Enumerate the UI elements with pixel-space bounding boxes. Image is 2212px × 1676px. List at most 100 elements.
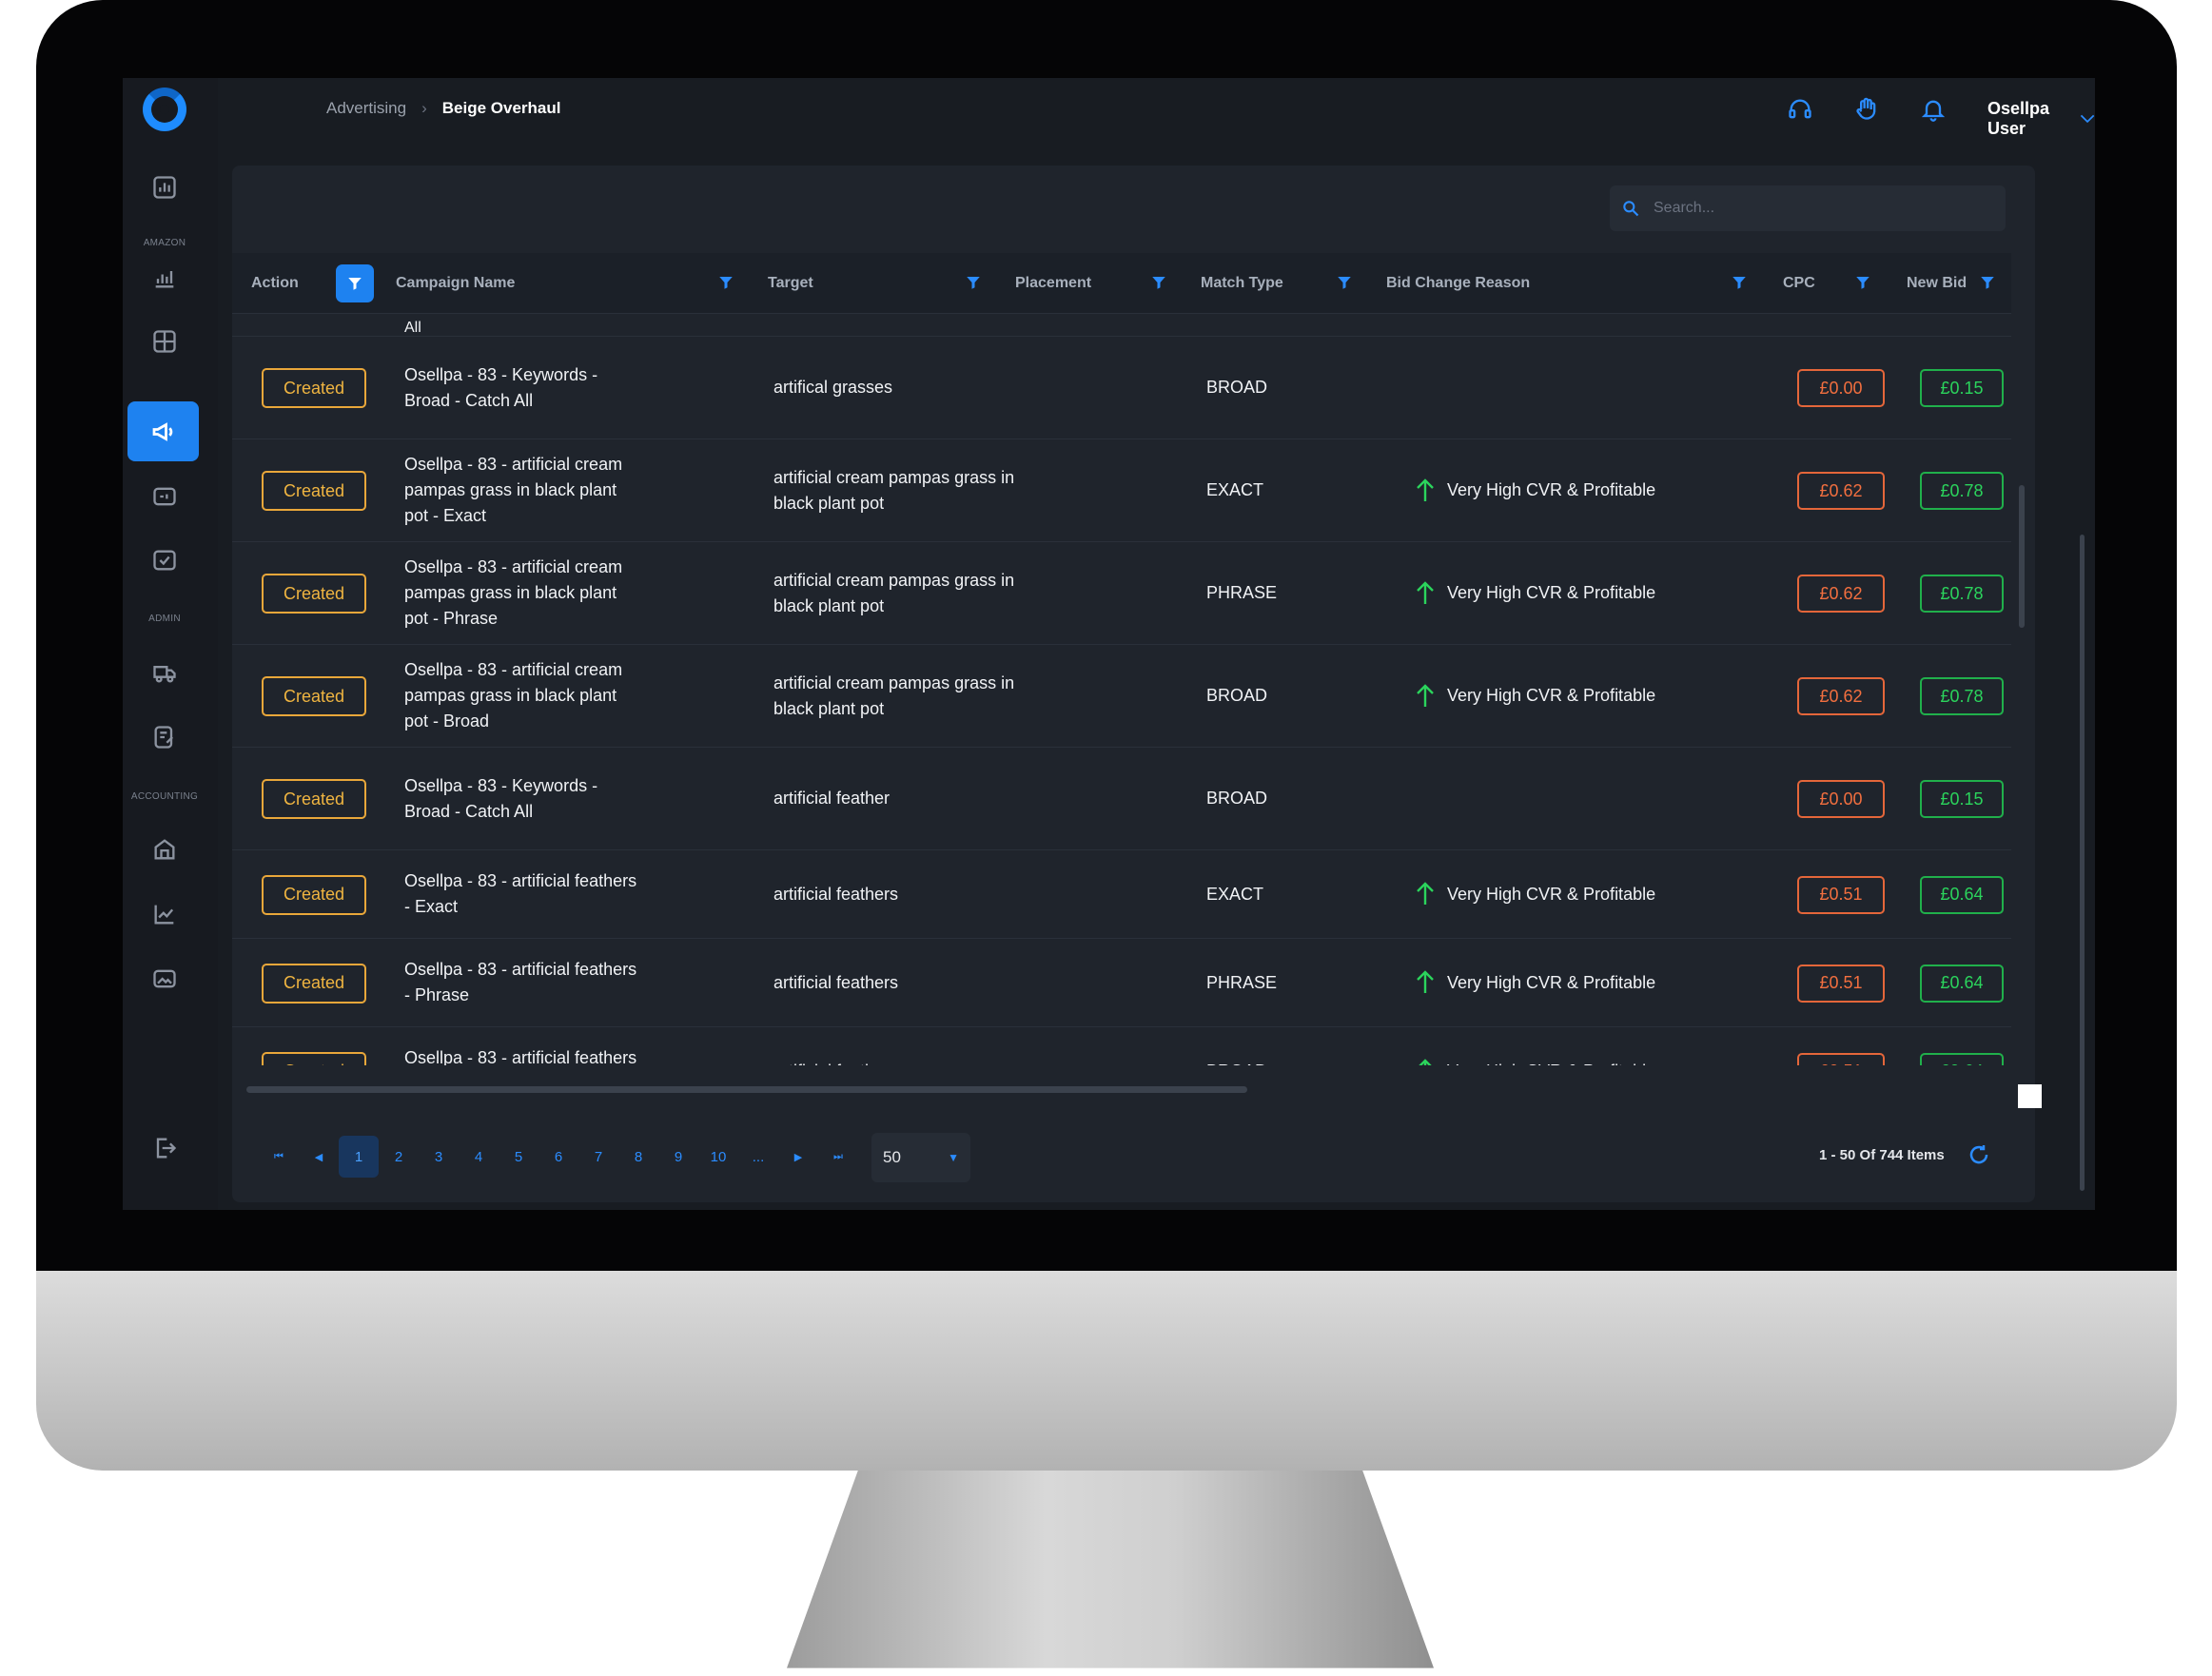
last-page-icon[interactable]: ⏭ [818,1136,858,1178]
filter-icon[interactable] [963,272,984,293]
bid-change-reason-text: Very High CVR & Profitable [1447,686,1656,705]
created-button[interactable]: Created [262,1051,366,1065]
bid-change-reason-text: Very High CVR & Profitable [1447,583,1656,602]
filter-icon[interactable] [1852,272,1873,293]
section-label-accounting: ACCOUNTING [130,791,199,802]
filter-icon[interactable] [1729,272,1750,293]
filter-icon[interactable] [1148,272,1169,293]
logout-icon[interactable] [150,1134,179,1162]
new-bid-value[interactable]: £0.64 [1920,964,2004,1003]
filter-icon[interactable] [336,264,374,302]
match-type-cell: PHRASE [1206,583,1278,602]
horizontal-scrollbar[interactable] [246,1086,1247,1093]
box-icon[interactable] [150,327,179,356]
refresh-icon[interactable] [1967,1143,1992,1168]
placement-cell [1015,939,1129,1026]
target-cell: artificial cream pampas grass in black p… [773,570,1015,615]
match-type-cell: EXACT [1206,884,1264,904]
search-input[interactable] [1654,200,1977,217]
line-chart-icon[interactable] [150,900,179,928]
filter-icon[interactable] [1334,272,1355,293]
page-10-button[interactable]: 10 [698,1136,738,1178]
table-row: Created Osellpa - 83 - artificial feather… [232,850,2011,939]
match-type-cell: BROAD [1206,378,1268,397]
new-bid-value[interactable]: £0.64 [1920,1052,2004,1065]
filter-icon[interactable] [1977,272,1998,293]
target-cell: artificial feathers [773,884,899,904]
target-cell: artificial cream pampas grass in black p… [773,672,1015,718]
column-header-new-bid: New Bid [1907,275,1967,291]
created-button[interactable]: Created [262,368,366,408]
page-7-button[interactable]: 7 [578,1136,618,1178]
new-bid-value[interactable]: £0.15 [1920,780,2004,818]
ad-card-icon[interactable] [150,482,179,511]
campaign-name-cell: Osellpa - 83 - Keywords - Broad - Catch … [404,775,598,821]
table-row-partial: Created All [232,314,2011,337]
match-type-cell: BROAD [1206,686,1268,705]
headset-icon[interactable] [1784,93,1816,126]
next-page-icon[interactable]: ▶ [778,1136,818,1178]
page-5-button[interactable]: 5 [499,1136,538,1178]
created-button[interactable]: Created [262,874,366,915]
image-folder-icon[interactable] [150,965,179,993]
document-edit-icon[interactable] [150,723,179,751]
table-header: Action Campaign Name Target Placement Ma… [232,253,2011,314]
delivery-truck-icon[interactable] [150,658,179,687]
breadcrumb-advertising[interactable]: Advertising [326,99,406,118]
cpc-value: £0.51 [1797,875,1885,914]
bid-change-reason-cell: Very High CVR & Profitable [1415,939,1757,1026]
user-name: Osellpa User [1987,99,2050,138]
search-icon [1623,201,1639,217]
filter-icon[interactable] [715,272,736,293]
cpc-value: £0.00 [1797,780,1885,818]
column-header-cpc: CPC [1783,275,1815,291]
vertical-scrollbar[interactable] [2019,485,2025,628]
bid-change-reason-text: Very High CVR & Profitable [1447,480,1656,499]
match-type-cell: EXACT [1206,480,1264,499]
created-button[interactable]: Created [262,471,366,511]
user-menu[interactable]: Osellpa User [1987,99,2095,139]
bid-change-reason-text: Very High CVR & Profitable [1447,1059,1655,1066]
column-header-action: Action [251,275,299,291]
page-4-button[interactable]: 4 [459,1136,499,1178]
store-icon[interactable] [150,835,179,864]
target-cell: artifical grasses [773,378,893,397]
first-page-icon[interactable]: ⏮ [259,1136,299,1178]
table-body: Created All Created Osellpa - 83 - Keywor… [232,314,2011,1065]
page-9-button[interactable]: 9 [658,1136,698,1178]
created-button[interactable]: Created [262,676,366,716]
bell-icon[interactable] [1917,93,1949,126]
campaign-name-cell: Osellpa - 83 - artificial cream pampas g… [404,557,623,628]
page-3-button[interactable]: 3 [419,1136,459,1178]
created-button[interactable]: Created [262,963,366,1004]
cpc-value: £0.51 [1797,1052,1885,1065]
sidebar-item-advertising[interactable] [127,401,199,461]
new-bid-value[interactable]: £0.15 [1920,369,2004,407]
new-bid-value[interactable]: £0.78 [1920,575,2004,613]
page-8-button[interactable]: 8 [618,1136,658,1178]
page-size-select[interactable]: 50 ▼ [871,1133,970,1182]
arrow-up-icon [1417,580,1434,604]
bar-chart-icon[interactable] [150,263,179,292]
page-scrollbar[interactable] [2080,535,2085,1191]
breadcrumb-current: Beige Overhaul [441,99,561,117]
page-6-button[interactable]: 6 [538,1136,578,1178]
dashboard-chart-icon[interactable] [150,173,179,202]
created-button[interactable]: Created [262,574,366,614]
new-bid-value[interactable]: £0.78 [1920,677,2004,715]
campaign-name-cell: Osellpa - 83 - artificial feathers - Bro… [404,1048,637,1065]
campaign-name-cell: Osellpa - 83 - artificial feathers - Exa… [404,871,637,916]
page-ellipsis-button[interactable]: ... [738,1136,778,1178]
page-1-button[interactable]: 1 [339,1136,379,1178]
previous-page-icon[interactable]: ◀ [299,1136,339,1178]
inbox-check-icon[interactable] [150,546,179,575]
cpc-value: £0.62 [1797,575,1885,613]
app-logo[interactable] [143,88,186,131]
column-header-campaign-name: Campaign Name [396,275,516,291]
hand-wave-icon[interactable] [1850,93,1883,126]
page-2-button[interactable]: 2 [379,1136,419,1178]
created-button[interactable]: Created [262,779,366,819]
new-bid-value[interactable]: £0.64 [1920,875,2004,914]
arrow-up-icon [1419,1059,1432,1065]
new-bid-value[interactable]: £0.78 [1920,472,2004,510]
